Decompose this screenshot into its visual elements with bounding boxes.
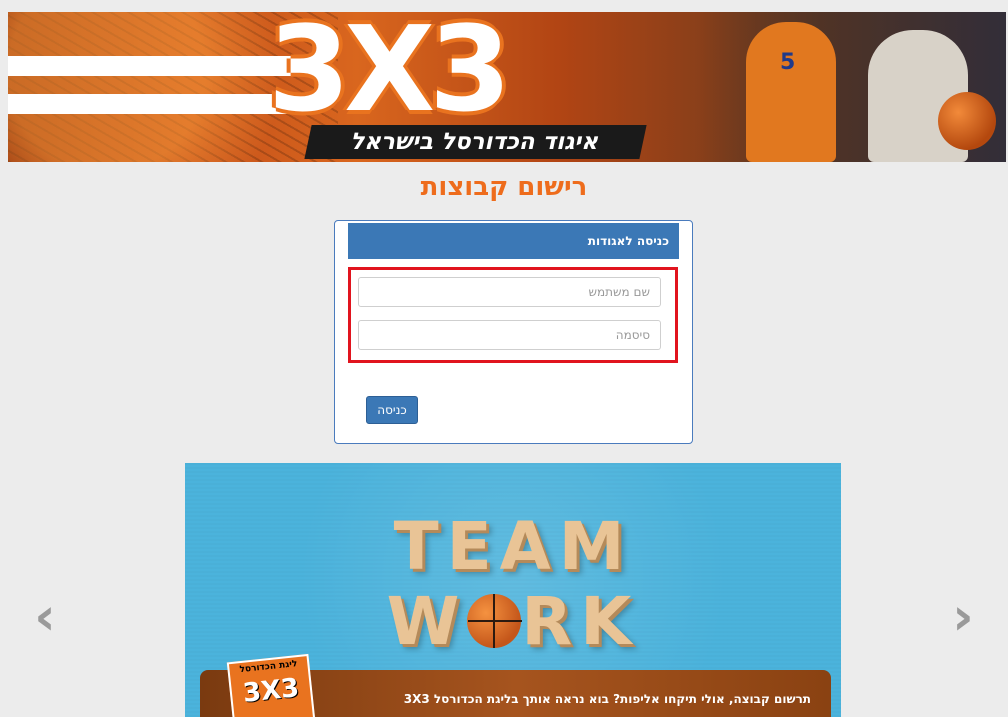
slide-word-team: TEAM (393, 508, 633, 585)
slide-word-work-suffix: RK (521, 583, 640, 660)
league-logo: ליגת הכדורסל 3X3 (226, 653, 316, 717)
slide-caption: תרשום קבוצה, אולי תיקחו אליפות? בוא נראה… (403, 692, 811, 706)
header-banner: 3X3 איגוד הכדורסל בישראל 5 (8, 12, 1006, 162)
login-panel: כניסה לאגודות כניסה (334, 220, 693, 444)
basketball-icon (938, 92, 996, 150)
banner-logo: 3X3 (268, 12, 511, 138)
basketball-icon (467, 594, 522, 648)
promo-carousel: TEAM W RK תרשום קבוצה, אולי תיקחו אליפות?… (185, 463, 841, 717)
page-title: רישום קבוצות (420, 172, 588, 202)
chevron-right-icon[interactable]: › (946, 591, 980, 643)
jersey-number: 5 (780, 50, 796, 75)
chevron-left-icon[interactable]: ‹ (28, 591, 62, 643)
login-panel-header: כניסה לאגודות (348, 223, 679, 259)
slide-word-work: W RK (185, 583, 841, 660)
banner-stripe (8, 94, 308, 114)
league-logo-number: 3X3 (241, 673, 301, 709)
login-button[interactable]: כניסה (366, 396, 418, 424)
password-input[interactable] (358, 320, 661, 350)
slide-word-work-prefix: W (386, 583, 468, 660)
banner-stripe (8, 56, 308, 76)
player-figure (746, 22, 836, 162)
banner-tagline: איגוד הכדורסל בישראל (304, 125, 647, 159)
username-input[interactable] (358, 277, 661, 307)
